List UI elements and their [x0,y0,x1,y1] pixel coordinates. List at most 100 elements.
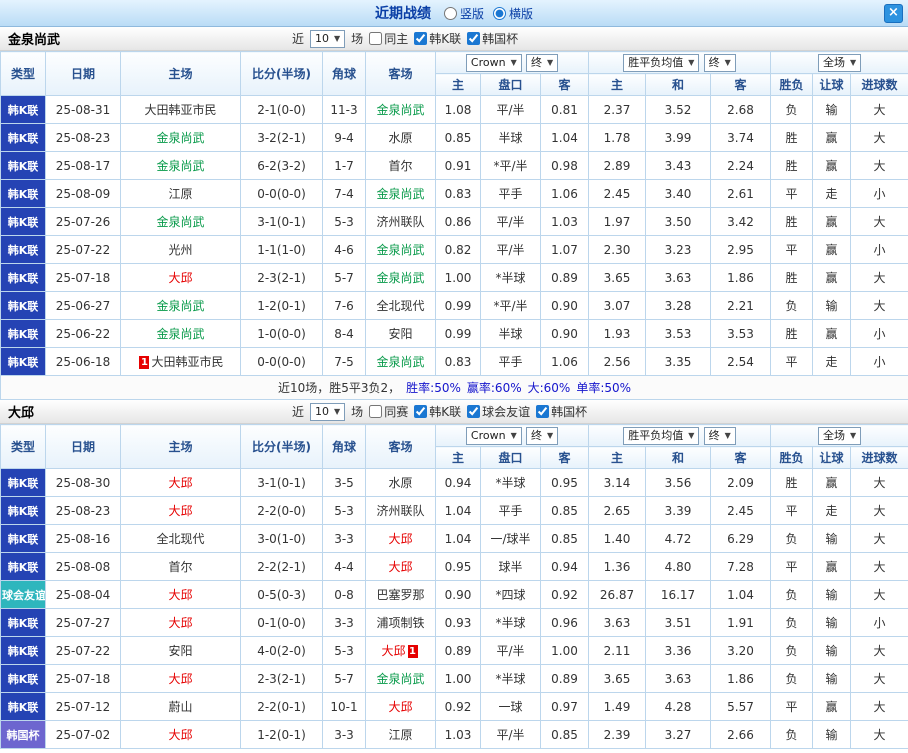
date-cell: 25-07-22 [45,636,121,665]
away-team-cell: 巴塞罗那 [365,580,436,609]
away-team-cell: 大邱 [365,692,436,721]
type-cell: 韩K联 [0,95,46,124]
filter-checkbox[interactable] [414,32,428,45]
col-header-ah-away: 客 [539,73,590,96]
summary-segment: 大:60% [527,381,571,395]
team-name: 安阳 [388,327,413,341]
result-goals-cell: 大 [850,496,908,525]
score-cell: 2-3(2-1) [240,263,323,292]
filter-option[interactable]: 韩国杯 [536,403,587,420]
scope-select[interactable]: 全场 ▼ [817,426,862,445]
corners-cell: 5-3 [322,496,366,525]
eu-draw-odds: 3.56 [645,468,712,497]
type-cell: 韩国杯 [0,720,46,749]
filter-checkbox[interactable] [414,405,428,418]
ah-home-odds: 0.94 [435,468,481,497]
europe-final-select[interactable]: 终 ▼ [703,426,736,445]
score-cell: 0-0(0-0) [240,347,323,376]
home-team-cell: 首尔 [120,552,241,581]
layout-option-horizontal[interactable]: 横版 [493,5,533,22]
filter-label: 同赛 [384,405,409,419]
result-handicap-cell: 输 [812,636,852,665]
bookmaker-select[interactable]: Crown ▼ [465,426,522,445]
filter-option[interactable]: 韩K联 [414,403,461,420]
home-team-cell: 大邱 [120,496,241,525]
team-name: 大邱 [168,476,193,490]
europe-odds-select[interactable]: 胜平负均值 ▼ [623,53,700,72]
eu-home-odds: 2.39 [588,720,647,749]
team-name: 大邱 [168,588,193,602]
away-team-cell: 金泉尚武 [365,664,436,693]
score-cell: 0-1(0-0) [240,608,323,637]
team-name: 大田韩亚市民 [144,103,217,117]
corners-cell: 10-1 [322,692,366,721]
ah-away-odds: 0.85 [539,524,590,553]
filter-checkbox[interactable] [369,405,383,418]
europe-odds-select[interactable]: 胜平负均值 ▼ [623,426,700,445]
col-header-goals: 进球数 [850,446,908,469]
filter-checkbox[interactable] [467,405,481,418]
col-header-ah-home: 主 [435,73,481,96]
col-header-goals: 进球数 [850,73,908,96]
page-title: 近期战绩 [374,6,431,22]
date-cell: 25-07-26 [45,207,121,236]
table-row: 韩K联 25-07-26 金泉尚武 3-1(0-1) 5-3 济州联队 0.86… [0,207,908,236]
eu-away-odds: 3.20 [710,636,772,665]
ah-home-odds: 0.92 [435,692,481,721]
corners-cell: 3-3 [322,608,366,637]
ah-away-odds: 0.94 [539,552,590,581]
team-name: 大邱 [168,672,193,686]
ah-final-select[interactable]: 终 ▼ [525,426,559,445]
ah-away-odds: 0.97 [539,692,590,721]
filter-label: 韩国杯 [482,32,519,46]
layout-option-vertical[interactable]: 竖版 [443,5,484,22]
date-cell: 25-08-23 [45,496,121,525]
eu-home-odds: 1.49 [588,692,647,721]
filter-option[interactable]: 同赛 [369,403,408,420]
filter-checkbox[interactable] [467,32,481,45]
ah-final-select[interactable]: 终 ▼ [525,53,559,72]
close-button[interactable]: × [884,4,903,23]
horizontal-radio[interactable] [493,6,506,20]
scope-select[interactable]: 全场 ▼ [817,53,862,72]
eu-away-odds: 2.24 [710,151,772,180]
bookmaker-select[interactable]: Crown ▼ [465,53,522,72]
filter-option[interactable]: 球会友谊 [467,403,530,420]
filter-checkbox[interactable] [536,405,550,418]
type-cell: 韩K联 [0,263,46,292]
table-row: 球会友谊 25-08-04 大邱 0-5(0-3) 0-8 巴塞罗那 0.90 … [0,580,908,609]
vertical-radio[interactable] [443,6,457,20]
home-team-cell: 安阳 [120,636,241,665]
recent-count-select[interactable]: 10 ▼ [310,29,346,48]
away-team-cell: 全北现代 [365,291,436,320]
filter-option[interactable]: 同主 [369,30,408,47]
eu-home-odds: 3.65 [588,664,647,693]
result-goals-cell: 大 [850,664,908,693]
team-name: 水原 [388,476,413,490]
table-row: 韩K联 25-06-27 金泉尚武 1-2(0-1) 7-6 全北现代 0.99… [0,291,908,320]
filter-checkbox[interactable] [369,32,383,45]
home-team-cell: 大邱 [120,608,241,637]
team1-name: 金泉尚武 [8,33,61,48]
ah-line-cell: *半球 [480,608,541,637]
team-name: 金泉尚武 [156,299,205,313]
near-label: 近 [292,32,305,46]
col-header-home: 主场 [120,51,241,96]
team1-summary: 近10场，胜5平3负2， 胜率:50% 赢率:60% 大:60% 单率:50% [0,375,908,400]
col-header-score: 比分(半场) [240,51,323,96]
team-name: 大邱 [381,644,406,658]
filter-option[interactable]: 韩K联 [414,30,461,47]
ah-away-odds: 0.85 [539,496,590,525]
table-header-row: 类型 日期 主场 比分(半场) 角球 客场 Crown ▼ 终 ▼ 胜平负均值 ▼ 终… [0,51,908,96]
type-cell: 韩K联 [0,123,46,152]
europe-final-select[interactable]: 终 ▼ [703,53,736,72]
result-goals-cell: 小 [850,179,908,208]
recent-count-select[interactable]: 10 ▼ [310,402,346,421]
eu-away-odds: 1.86 [710,263,772,292]
result-goals-cell: 小 [850,347,908,376]
score-cell: 2-1(0-0) [240,95,323,124]
filter-option[interactable]: 韩国杯 [467,30,518,47]
result-goals-cell: 大 [850,151,908,180]
corners-cell: 5-7 [322,263,366,292]
col-header-ah-line: 盘口 [480,73,541,96]
